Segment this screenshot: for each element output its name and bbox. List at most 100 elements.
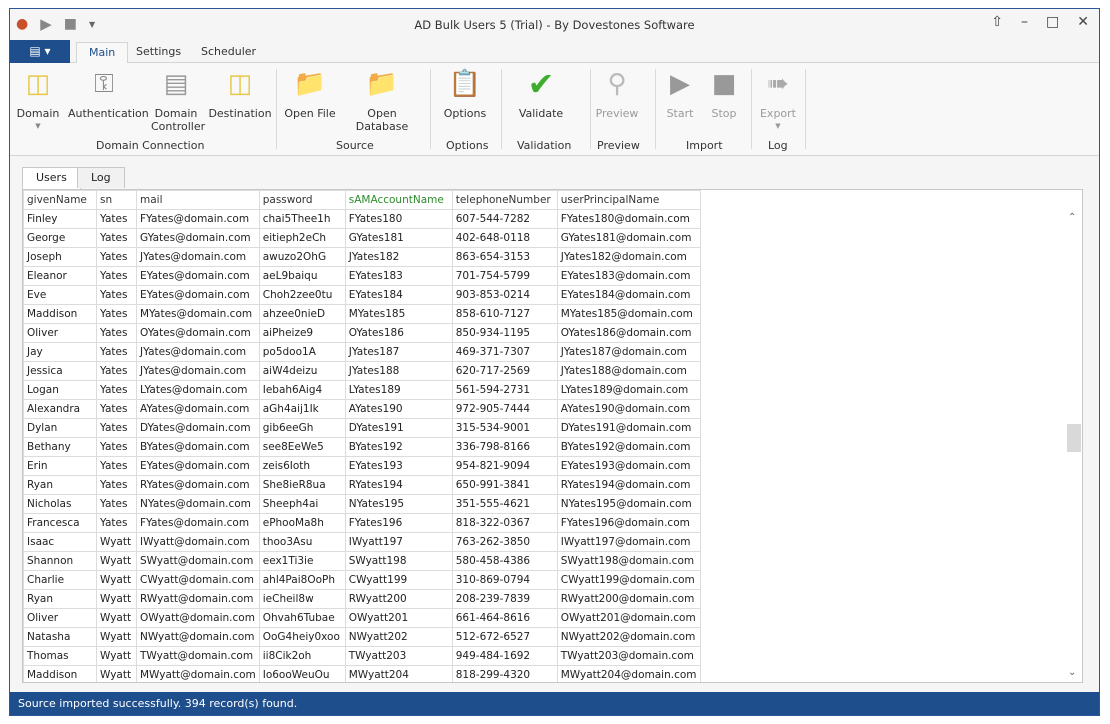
cell-sn[interactable]: Wyatt [96, 665, 137, 682]
cell-mail[interactable]: RYates@domain.com [136, 475, 260, 495]
cell-givenname[interactable]: Ryan [23, 589, 97, 609]
close-button[interactable]: ✕ [1077, 14, 1089, 30]
table-row[interactable]: Dylan Yates DYates@domain.com gib6eeGh DYate… [23, 418, 701, 438]
cell-mail[interactable]: JYates@domain.com [136, 247, 260, 267]
cell-password[interactable]: Sheeph4ai [258, 494, 346, 514]
cell-userprincipalname[interactable]: RWyatt200@domain.com [556, 589, 701, 609]
table-row[interactable]: Natasha Wyatt NWyatt@domain.com OoG4heiy0xo… [23, 627, 701, 647]
cell-samaccountname[interactable]: DYates191 [344, 418, 453, 438]
table-row[interactable]: Francesca Yates FYates@domain.com ePhooMa8h… [23, 513, 701, 533]
cell-mail[interactable]: MYates@domain.com [136, 304, 260, 324]
cell-password[interactable]: chai5Thee1h [258, 209, 346, 229]
tab-settings[interactable]: Settings [124, 42, 193, 64]
destination-button[interactable]: ◫ Destination [208, 67, 272, 121]
cell-sn[interactable]: Yates [96, 380, 137, 400]
cell-sn[interactable]: Wyatt [96, 627, 137, 647]
cell-telephonenumber[interactable]: 336-798-8166 [451, 437, 558, 457]
cell-telephonenumber[interactable]: 949-484-1692 [451, 646, 558, 666]
cell-password[interactable]: thoo3Asu [258, 532, 346, 552]
cell-givenname[interactable]: Eve [23, 285, 97, 305]
preview-button[interactable]: ⚲ Preview [594, 67, 640, 121]
cell-sn[interactable]: Yates [96, 494, 137, 514]
scrollbar-thumb[interactable] [1067, 424, 1081, 452]
table-row[interactable]: Oliver Wyatt OWyatt@domain.com Ohvah6Tubae O… [23, 608, 701, 628]
cell-sn[interactable]: Yates [96, 209, 137, 229]
validate-button[interactable]: ✔ Validate [514, 67, 568, 121]
cell-samaccountname[interactable]: RWyatt200 [344, 589, 453, 609]
cell-telephonenumber[interactable]: 858-610-7127 [451, 304, 558, 324]
cell-mail[interactable]: JYates@domain.com [136, 361, 260, 381]
cell-telephonenumber[interactable]: 469-371-7307 [451, 342, 558, 362]
cell-sn[interactable]: Yates [96, 513, 137, 533]
cell-sn[interactable]: Yates [96, 285, 137, 305]
cell-mail[interactable]: OWyatt@domain.com [136, 608, 260, 628]
table-row[interactable]: Nicholas Yates NYates@domain.com Sheeph4ai N… [23, 494, 701, 514]
cell-password[interactable]: ePhooMa8h [258, 513, 346, 533]
cell-userprincipalname[interactable]: OWyatt201@domain.com [556, 608, 701, 628]
cell-samaccountname[interactable]: MYates185 [344, 304, 453, 324]
stop-button[interactable]: ■ Stop [706, 67, 742, 121]
cell-givenname[interactable]: Eleanor [23, 266, 97, 286]
cell-samaccountname[interactable]: GYates181 [344, 228, 453, 248]
cell-userprincipalname[interactable]: EYates193@domain.com [556, 456, 701, 476]
cell-samaccountname[interactable]: CWyatt199 [344, 570, 453, 590]
cell-telephonenumber[interactable]: 512-672-6527 [451, 627, 558, 647]
cell-givenname[interactable]: Dylan [23, 418, 97, 438]
cell-givenname[interactable]: Natasha [23, 627, 97, 647]
cell-sn[interactable]: Yates [96, 342, 137, 362]
cell-samaccountname[interactable]: OWyatt201 [344, 608, 453, 628]
cell-telephonenumber[interactable]: 850-934-1195 [451, 323, 558, 343]
cell-password[interactable]: ieCheil8w [258, 589, 346, 609]
cell-sn[interactable]: Yates [96, 323, 137, 343]
cell-samaccountname[interactable]: MWyatt204 [344, 665, 453, 682]
cell-telephonenumber[interactable]: 607-544-7282 [451, 209, 558, 229]
cell-telephonenumber[interactable]: 310-869-0794 [451, 570, 558, 590]
cell-mail[interactable]: DYates@domain.com [136, 418, 260, 438]
cell-samaccountname[interactable]: IWyatt197 [344, 532, 453, 552]
table-row[interactable]: Thomas Wyatt TWyatt@domain.com ii8Cik2oh TWy… [23, 646, 701, 666]
cell-givenname[interactable]: George [23, 228, 97, 248]
cell-sn[interactable]: Wyatt [96, 570, 137, 590]
table-row[interactable]: Oliver Yates OYates@domain.com aiPheize9 OYa… [23, 323, 701, 343]
cell-sn[interactable]: Yates [96, 437, 137, 457]
cell-telephonenumber[interactable]: 954-821-9094 [451, 456, 558, 476]
domain-button[interactable]: ◫ Domain ▼ [16, 67, 60, 133]
cell-telephonenumber[interactable]: 650-991-3841 [451, 475, 558, 495]
cell-givenname[interactable]: Oliver [23, 323, 97, 343]
tab-log[interactable]: Log [77, 167, 125, 188]
cell-password[interactable]: ahl4Pai8OoPh [258, 570, 346, 590]
cell-givenname[interactable]: Bethany [23, 437, 97, 457]
tab-scheduler[interactable]: Scheduler [189, 42, 268, 64]
cell-password[interactable]: ahzee0nieD [258, 304, 346, 324]
cell-givenname[interactable]: Ryan [23, 475, 97, 495]
open-database-button[interactable]: 📁 Open Database [342, 67, 422, 134]
cell-userprincipalname[interactable]: EYates183@domain.com [556, 266, 701, 286]
cell-userprincipalname[interactable]: RYates194@domain.com [556, 475, 701, 495]
cell-sn[interactable]: Yates [96, 399, 137, 419]
cell-samaccountname[interactable]: SWyatt198 [344, 551, 453, 571]
cell-password[interactable]: Ohvah6Tubae [258, 608, 346, 628]
cell-sn[interactable]: Yates [96, 361, 137, 381]
cell-samaccountname[interactable]: LYates189 [344, 380, 453, 400]
cell-password[interactable]: see8EeWe5 [258, 437, 346, 457]
table-row[interactable]: Erin Yates EYates@domain.com zeis6Ioth EYate… [23, 456, 701, 476]
cell-password[interactable]: She8ieR8ua [258, 475, 346, 495]
cell-sn[interactable]: Wyatt [96, 646, 137, 666]
cell-samaccountname[interactable]: OYates186 [344, 323, 453, 343]
cell-sn[interactable]: Yates [96, 418, 137, 438]
table-row[interactable]: Eleanor Yates EYates@domain.com aeL9baiqu EY… [23, 266, 701, 286]
cell-mail[interactable]: LYates@domain.com [136, 380, 260, 400]
cell-samaccountname[interactable]: EYates193 [344, 456, 453, 476]
cell-mail[interactable]: RWyatt@domain.com [136, 589, 260, 609]
cell-samaccountname[interactable]: AYates190 [344, 399, 453, 419]
cell-samaccountname[interactable]: RYates194 [344, 475, 453, 495]
cell-mail[interactable]: BYates@domain.com [136, 437, 260, 457]
table-row[interactable]: Jessica Yates JYates@domain.com aiW4deizu JY… [23, 361, 701, 381]
table-row[interactable]: Isaac Wyatt IWyatt@domain.com thoo3Asu IWyat… [23, 532, 701, 552]
table-row[interactable]: Shannon Wyatt SWyatt@domain.com eex1Ti3ie SW… [23, 551, 701, 571]
cell-givenname[interactable]: Jay [23, 342, 97, 362]
cell-telephonenumber[interactable]: 661-464-8616 [451, 608, 558, 628]
cell-sn[interactable]: Yates [96, 456, 137, 476]
column-header-mail[interactable]: mail [136, 190, 260, 210]
cell-userprincipalname[interactable]: AYates190@domain.com [556, 399, 701, 419]
